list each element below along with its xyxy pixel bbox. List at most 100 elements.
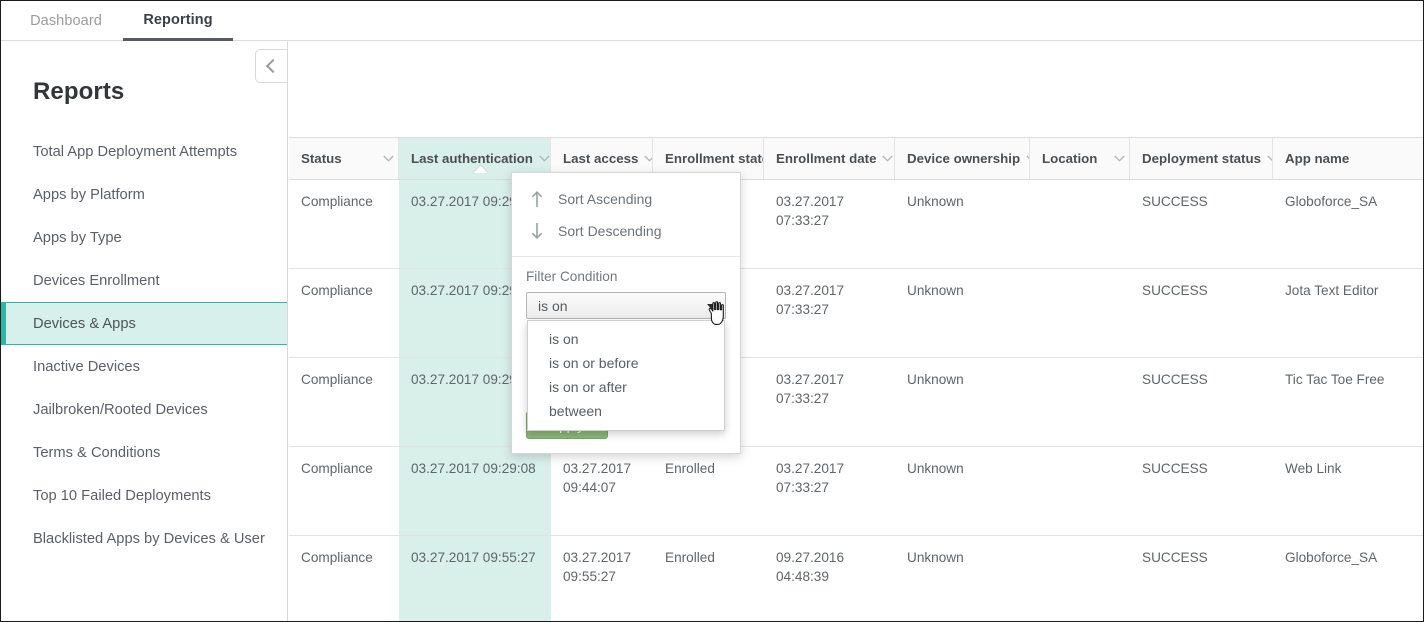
filter-option-is-on-or-after[interactable]: is on or after — [528, 375, 724, 399]
cell-last-authentication: 03.27.2017 09:29:08 — [399, 447, 551, 535]
devices-apps-table: StatusLast authenticationLast accessEnro… — [289, 137, 1424, 622]
cell-enrollment-date: 03.27.2017 07:33:27 — [764, 447, 895, 535]
cell-status: Compliance — [289, 269, 399, 357]
page-title: Reports — [33, 78, 124, 106]
column-header-app-name[interactable]: App name — [1273, 138, 1424, 179]
sidebar-item-apps-by-type[interactable]: Apps by Type — [1, 216, 288, 259]
cell-location — [1030, 180, 1130, 268]
cell-deployment-status: SUCCESS — [1130, 536, 1273, 622]
chevron-down-icon — [707, 304, 717, 310]
cell-status: Compliance — [289, 447, 399, 535]
column-filter-popup: Sort Ascending Sort Descending Filter Co… — [511, 172, 741, 454]
column-header-label: Status — [301, 151, 342, 166]
cell-last-access: 03.27.2017 09:44:07 — [551, 447, 653, 535]
cell-deployment-status: SUCCESS — [1130, 180, 1273, 268]
table-body: Compliance03.27.2017 09:29:0803.27.2017 … — [289, 180, 1424, 622]
cell-last-authentication: 03.27.2017 09:55:27 — [399, 536, 551, 622]
reporting-page: Dashboard Reporting Reports Total App De… — [0, 0, 1424, 622]
column-header-location[interactable]: Location — [1030, 138, 1130, 179]
cell-app-name: Tic Tac Toe Free — [1273, 358, 1424, 446]
cell-location — [1030, 269, 1130, 357]
sort-ascending-label: Sort Ascending — [558, 191, 652, 207]
cell-device-ownership: Unknown — [895, 269, 1030, 357]
chevron-down-icon[interactable] — [1261, 155, 1272, 162]
filter-option-is-on-or-before[interactable]: is on or before — [528, 351, 724, 375]
cell-deployment-status: SUCCESS — [1130, 269, 1273, 357]
sidebar-item-apps-by-platform[interactable]: Apps by Platform — [1, 173, 288, 216]
sidebar-item-label: Devices Enrollment — [33, 273, 160, 289]
cell-enrollment-date: 03.27.2017 07:33:27 — [764, 358, 895, 446]
cell-device-ownership: Unknown — [895, 358, 1030, 446]
cell-status: Compliance — [289, 358, 399, 446]
cell-device-ownership: Unknown — [895, 447, 1030, 535]
sidebar-item-label: Inactive Devices — [33, 359, 140, 375]
sidebar-item-devices-enrollment[interactable]: Devices Enrollment — [1, 259, 288, 302]
cell-last-access: 03.27.2017 09:55:27 — [551, 536, 653, 622]
sidebar-item-label: Devices & Apps — [33, 316, 136, 332]
sidebar-item-total-app-deployment-attempts[interactable]: Total App Deployment Attempts — [1, 130, 288, 173]
cell-location — [1030, 358, 1130, 446]
table-row[interactable]: Compliance03.27.2017 09:55:2703.27.2017 … — [289, 536, 1424, 622]
cell-enrollment-date: 03.27.2017 07:33:27 — [764, 269, 895, 357]
table-row[interactable]: Compliance03.27.2017 09:29:0803.27.2017 … — [289, 269, 1424, 358]
popup-arrow — [472, 164, 488, 173]
report-content: StatusLast authenticationLast accessEnro… — [289, 42, 1424, 622]
arrow-down-icon — [528, 221, 546, 241]
reports-sidebar: Reports Total App Deployment Attempts App… — [1, 42, 288, 622]
column-header-deployment-status[interactable]: Deployment status — [1130, 138, 1273, 179]
cell-device-ownership: Unknown — [895, 536, 1030, 622]
filter-condition-select[interactable]: is on — [526, 292, 726, 319]
chevron-left-icon — [266, 59, 280, 73]
sidebar-collapse-button[interactable] — [255, 49, 287, 83]
tab-dashboard[interactable]: Dashboard — [23, 1, 109, 41]
table-row[interactable]: Compliance03.27.2017 09:29:0803.27.2017 … — [289, 358, 1424, 447]
cell-enrollment-state: Enrolled — [653, 536, 764, 622]
sidebar-item-blacklisted-apps-by-devices-user[interactable]: Blacklisted Apps by Devices & User — [1, 517, 288, 560]
sidebar-item-label: Apps by Type — [33, 230, 122, 246]
tab-reporting[interactable]: Reporting — [123, 1, 233, 41]
chevron-down-icon[interactable] — [638, 155, 649, 162]
filter-condition-option-list: is onis on or beforeis on or afterbetwee… — [527, 320, 725, 431]
sidebar-item-jailbroken-rooted-devices[interactable]: Jailbroken/Rooted Devices — [1, 388, 288, 431]
column-header-label: Last access — [563, 151, 638, 166]
cell-deployment-status: SUCCESS — [1130, 447, 1273, 535]
chevron-down-icon[interactable] — [533, 155, 544, 162]
cell-app-name: Web Link — [1273, 447, 1424, 535]
sort-section: Sort Ascending Sort Descending — [512, 173, 740, 257]
table-row[interactable]: Compliance03.27.2017 09:29:0803.27.2017 … — [289, 447, 1424, 536]
sort-ascending-item[interactable]: Sort Ascending — [512, 183, 740, 215]
filter-section: Filter Condition is on Apply is onis on … — [512, 257, 740, 453]
arrow-up-icon — [528, 189, 546, 209]
cell-status: Compliance — [289, 180, 399, 268]
chevron-down-icon[interactable] — [1108, 155, 1119, 162]
sidebar-item-devices-apps[interactable]: Devices & Apps — [1, 302, 288, 345]
sidebar-item-terms-conditions[interactable]: Terms & Conditions — [1, 431, 288, 474]
filter-condition-label: Filter Condition — [526, 269, 726, 284]
reports-nav-list: Total App Deployment Attempts Apps by Pla… — [1, 130, 288, 560]
sidebar-item-label: Apps by Platform — [33, 187, 145, 203]
sidebar-item-label: Terms & Conditions — [33, 445, 160, 461]
sort-descending-item[interactable]: Sort Descending — [512, 215, 740, 247]
chevron-down-icon[interactable] — [377, 155, 388, 162]
chevron-down-icon[interactable] — [876, 155, 887, 162]
cell-location — [1030, 447, 1130, 535]
column-header-label: Deployment status — [1142, 151, 1261, 166]
filter-option-is-on[interactable]: is on — [528, 327, 724, 351]
sidebar-item-label: Total App Deployment Attempts — [33, 144, 237, 160]
column-header-device-ownership[interactable]: Device ownership — [895, 138, 1030, 179]
cell-app-name: Globoforce_SA — [1273, 180, 1424, 268]
filter-option-between[interactable]: between — [528, 399, 724, 423]
column-header-label: Enrollment date — [776, 151, 876, 166]
filter-condition-value: is on — [538, 298, 568, 314]
sidebar-item-top-10-failed-deployments[interactable]: Top 10 Failed Deployments — [1, 474, 288, 517]
column-header-status[interactable]: Status — [289, 138, 399, 179]
cell-enrollment-state: Enrolled — [653, 447, 764, 535]
column-header-label: Device ownership — [907, 151, 1020, 166]
sidebar-item-inactive-devices[interactable]: Inactive Devices — [1, 345, 288, 388]
column-header-enrollment-date[interactable]: Enrollment date — [764, 138, 895, 179]
chevron-down-icon[interactable] — [1020, 155, 1030, 162]
sidebar-item-label: Top 10 Failed Deployments — [33, 488, 211, 504]
cell-deployment-status: SUCCESS — [1130, 358, 1273, 446]
cell-device-ownership: Unknown — [895, 180, 1030, 268]
table-row[interactable]: Compliance03.27.2017 09:29:0803.27.2017 … — [289, 180, 1424, 269]
